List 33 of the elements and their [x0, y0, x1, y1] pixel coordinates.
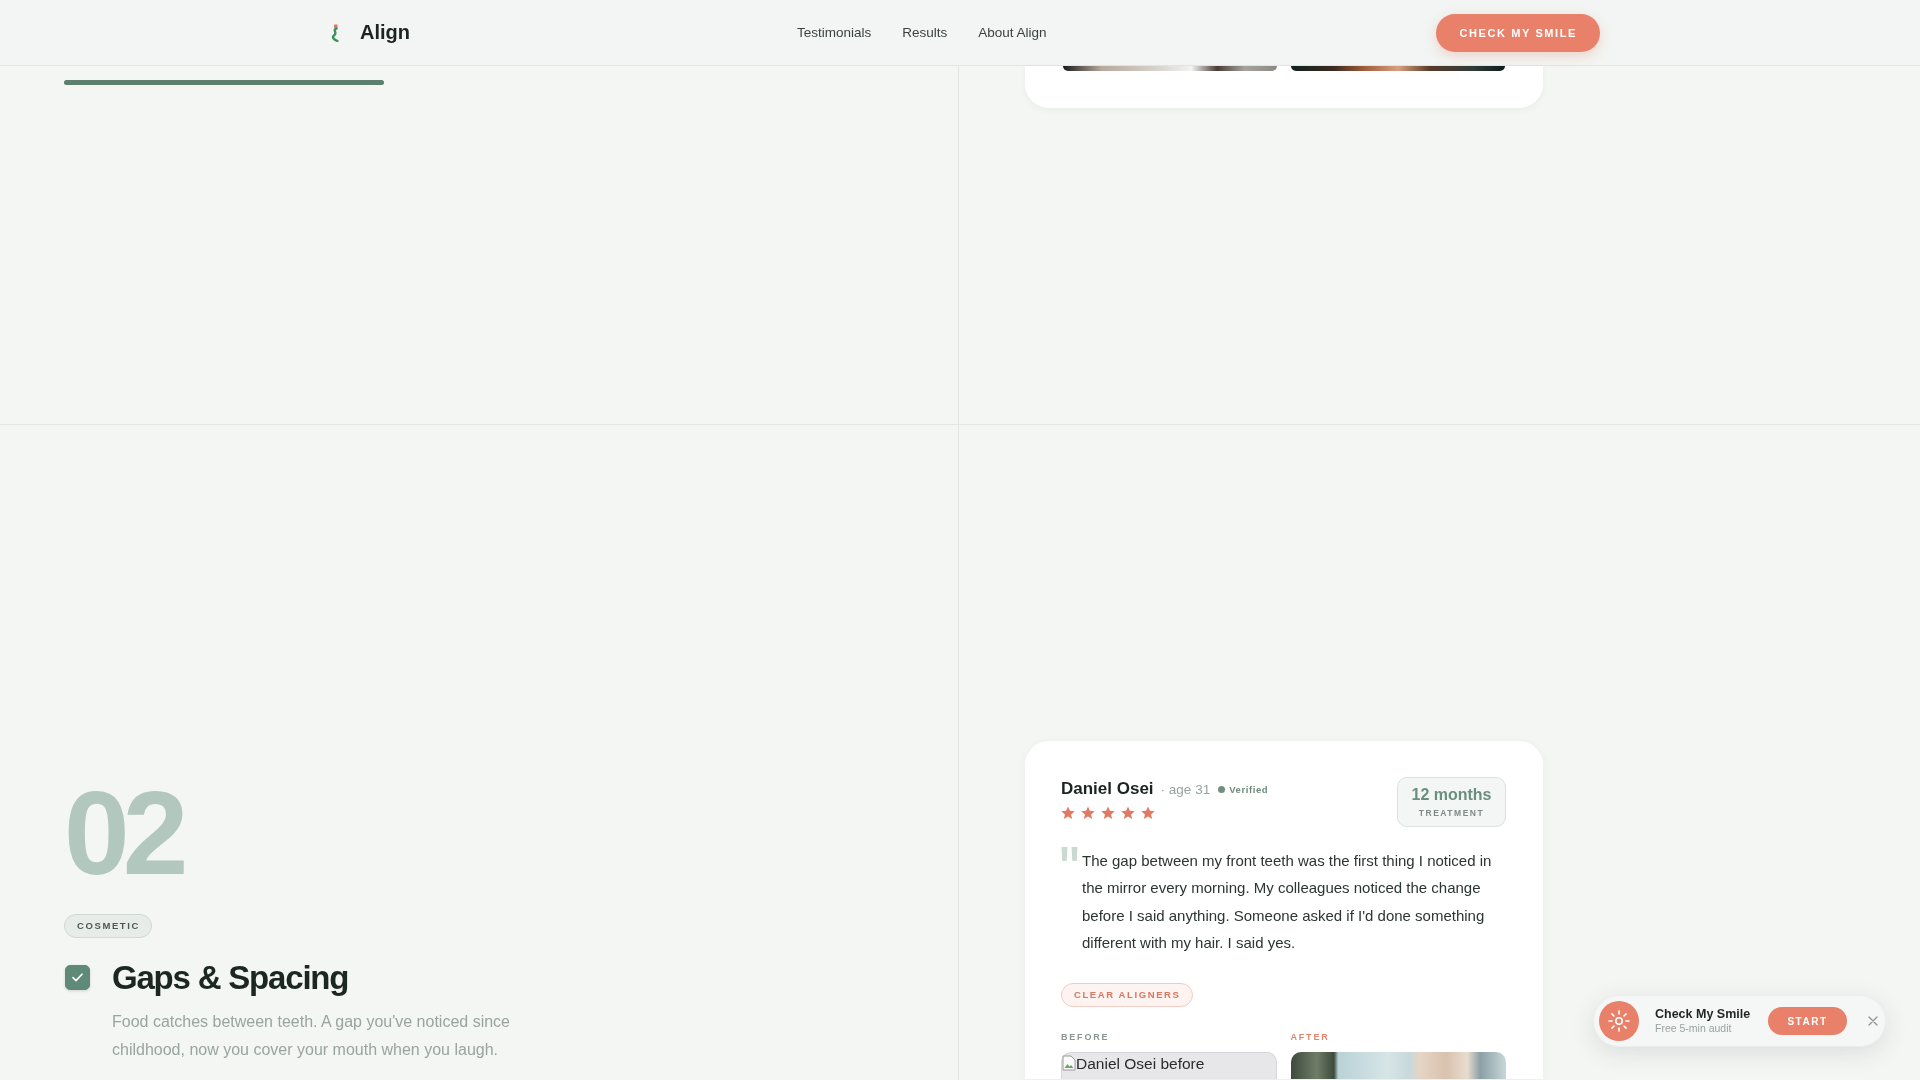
- brand-link[interactable]: Align: [331, 21, 410, 44]
- close-icon[interactable]: [1868, 1016, 1878, 1026]
- duration-value: 12 months: [1411, 786, 1492, 804]
- review-quote: The gap between my front teeth was the first thing I noticed in the mirror every morning. My colleagues noticed the change before I said anything. Someone asked if I'd done something different with my hair. I said yes.: [1082, 851, 1493, 953]
- before-label: BEFORE: [1061, 1031, 1110, 1044]
- verified-label: Verified: [1229, 783, 1269, 795]
- star-icon: [1141, 806, 1155, 820]
- after-label: AFTER: [1290, 1031, 1330, 1044]
- star-icon: [1081, 806, 1095, 820]
- star-icon: [1101, 806, 1115, 820]
- condition-description: Food catches between teeth. A gap you've noticed since childhood, now you cover your mouth when you laugh.: [112, 1012, 511, 1060]
- image-alt-text: Daniel Osei before: [1076, 1055, 1205, 1074]
- sun-icon: [1599, 1001, 1639, 1041]
- star-icon: [1061, 806, 1075, 820]
- check-icon: [72, 973, 83, 982]
- widget-subtitle: Free 5-min audit: [1655, 1022, 1732, 1035]
- nav-link[interactable]: About Align: [978, 25, 1047, 40]
- quote-mark-icon: [1061, 847, 1078, 861]
- reviewer-name: Daniel Osei: [1061, 779, 1154, 799]
- treatment-tag: CLEAR ALIGNERS: [1061, 983, 1193, 1008]
- star-icon: [1121, 806, 1135, 820]
- widget-title: Check My Smile: [1655, 1007, 1751, 1022]
- checkbox[interactable]: [65, 965, 90, 990]
- broken-image-icon: [1062, 1055, 1076, 1072]
- verified-dot-icon: [1218, 785, 1226, 793]
- logo-icon: [331, 23, 339, 42]
- category-tag: COSMETIC: [64, 914, 152, 938]
- duration-label: TREATMENT: [1418, 808, 1485, 818]
- section-number: 02: [64, 774, 182, 892]
- condition-title: Gaps & Spacing: [112, 958, 349, 998]
- nav-link[interactable]: Results: [902, 25, 948, 40]
- nav-link[interactable]: Testimonials: [797, 25, 872, 40]
- reviewer-age: · age 31: [1160, 781, 1211, 797]
